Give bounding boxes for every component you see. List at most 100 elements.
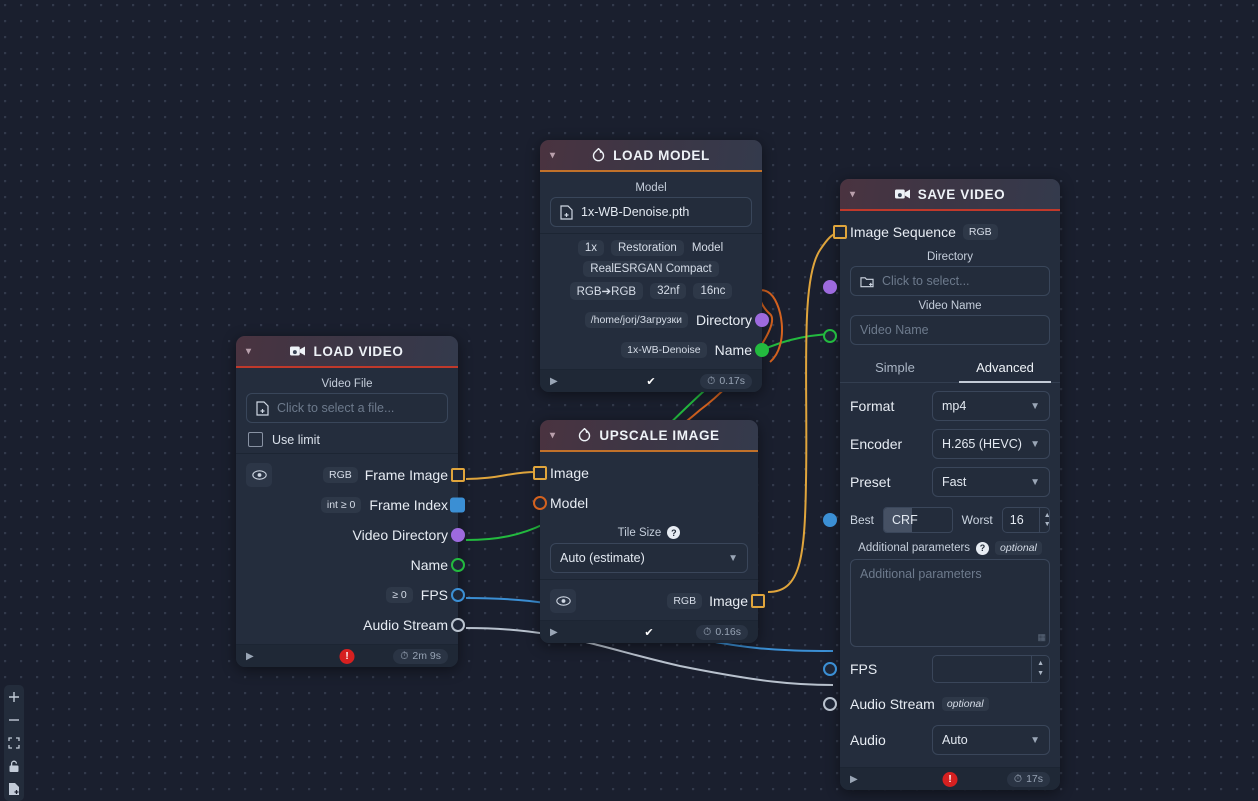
preset-label: Preset [850,474,891,490]
socket-audio-stream[interactable] [451,618,465,632]
directory-label: Directory [926,251,973,263]
node-body-upscale-image: Image Model Tile Size ? Auto (estimate) … [533,452,765,620]
node-header-upscale-image[interactable]: ▾ UPSCALE IMAGE [540,420,758,452]
name-value-tag: 1x-WB-Denoise [621,342,707,358]
divider [236,453,458,454]
error-badge[interactable]: ! [339,648,355,664]
output-row-frame-image: RGB Frame Image [246,460,465,490]
error-badge[interactable]: ! [942,771,958,787]
chevron-down-icon: ▼ [1030,400,1040,412]
stepper-down-icon[interactable]: ▼ [1040,520,1049,529]
video-file-input[interactable]: Click to select a file... [246,393,448,423]
socket-input-image[interactable] [533,466,547,480]
socket-fps-input[interactable] [823,662,837,676]
collapse-chevron-icon[interactable]: ▾ [550,140,556,170]
tab-simple[interactable]: Simple [840,353,950,382]
node-load-video[interactable]: ▾ LOAD VIDEO Video File Click to select … [236,336,465,667]
zoom-in-icon[interactable] [6,689,22,705]
node-load-model[interactable]: ▾ LOAD MODEL Model 1x-WB-Denoise.pth 1x … [540,140,769,392]
node-footer-upscale-image: ▶ ✔ ⏱ 0.16s [540,620,758,643]
node-header-save-video[interactable]: ▾ SAVE VIDEO [840,179,1060,211]
help-icon[interactable]: ? [667,526,681,539]
output-label-directory: Directory [695,312,752,328]
add-node-icon[interactable] [6,781,22,797]
socket-crf[interactable] [823,513,837,527]
directory-placeholder: Click to select... [882,274,970,288]
node-graph-canvas[interactable]: ▾ LOAD VIDEO Video File Click to select … [0,0,1258,801]
node-save-video[interactable]: ▾ SAVE VIDEO Image Sequence RGB Director… [823,179,1060,790]
socket-model-name[interactable] [755,343,769,357]
collapse-chevron-icon[interactable]: ▾ [550,420,556,450]
socket-frame-index[interactable] [450,497,465,513]
view-toolbar[interactable] [4,685,24,801]
stepper-up-icon[interactable]: ▲ [1032,659,1049,669]
socket-name[interactable] [451,558,465,572]
model-file-input[interactable]: 1x-WB-Denoise.pth [550,197,752,227]
stepper-buttons[interactable]: ▲ ▼ [1031,656,1049,682]
zoom-out-icon[interactable] [6,712,22,728]
additional-params-label: Additional parameters [858,542,971,554]
stepper-up-icon[interactable]: ▲ [1040,511,1049,520]
video-name-input[interactable]: Video Name [850,315,1050,345]
execution-time: ⏱ 17s [1006,771,1050,787]
preset-select[interactable]: Fast ▼ [932,467,1050,497]
output-label-frame-image: Frame Image [364,467,448,483]
divider [540,233,762,234]
socket-video-name-input[interactable] [823,329,837,343]
use-limit-row[interactable]: Use limit [248,432,446,447]
resize-grip-icon[interactable]: ▦ [1037,632,1045,643]
fit-view-icon[interactable] [6,735,22,751]
time-value: 0.16s [715,626,741,638]
output-label-image: Image [709,593,748,609]
socket-image-sequence[interactable] [833,225,847,239]
format-select[interactable]: mp4 ▼ [932,391,1050,421]
additional-params-textarea[interactable]: Additional parameters ▦ [850,559,1050,647]
crf-slider[interactable]: CRF [883,507,953,533]
tile-size-label: Tile Size [617,526,662,539]
audio-value: Auto [942,733,968,747]
additional-params-placeholder: Additional parameters [860,567,982,581]
node-upscale-image[interactable]: ▾ UPSCALE IMAGE Image Model Tile Size ? … [533,420,765,643]
directory-input[interactable]: Click to select... [850,266,1050,296]
model-tags-row-3: RGB➔RGB 32nf 16nc [550,282,752,300]
socket-directory[interactable] [755,313,769,327]
lock-icon[interactable] [6,758,22,774]
fps-input[interactable]: ▲ ▼ [932,655,1050,683]
use-limit-checkbox[interactable] [248,432,263,447]
node-header-load-video[interactable]: ▾ LOAD VIDEO [236,336,458,368]
audio-select[interactable]: Auto ▼ [932,725,1050,755]
execution-time: ⏱ 2m 9s [393,648,448,664]
socket-audio-stream-input[interactable] [823,697,837,711]
socket-directory-input[interactable] [823,280,837,294]
run-node-icon[interactable]: ▶ [550,376,558,387]
collapse-chevron-icon[interactable]: ▾ [246,336,252,366]
chevron-down-icon: ▼ [1030,734,1040,746]
tab-advanced[interactable]: Advanced [950,353,1060,383]
stepper-buttons[interactable]: ▲ ▼ [1038,508,1049,532]
stepper-down-icon[interactable]: ▼ [1032,669,1049,679]
time-value: 17s [1026,773,1043,785]
run-node-icon[interactable]: ▶ [550,627,558,638]
socket-input-model[interactable] [533,496,547,510]
help-icon[interactable]: ? [976,541,990,555]
run-node-icon[interactable]: ▶ [850,774,858,785]
preview-eye-icon[interactable] [246,463,272,487]
crf-stepper[interactable]: 16 ▲ ▼ [1001,507,1050,533]
collapse-chevron-icon[interactable]: ▾ [850,179,856,209]
run-node-icon[interactable]: ▶ [246,651,254,662]
video-file-placeholder: Click to select a file... [277,401,395,415]
node-header-load-model[interactable]: ▾ LOAD MODEL [540,140,762,172]
output-label-audio-stream: Audio Stream [363,617,448,633]
input-row-model: Model [533,488,748,518]
socket-output-image[interactable] [751,594,765,608]
input-label-image: Image [550,465,589,481]
tile-size-value: Auto (estimate) [560,551,645,565]
socket-fps[interactable] [451,588,465,602]
preview-eye-icon[interactable] [550,589,576,613]
tile-size-select[interactable]: Auto (estimate) ▼ [550,543,748,573]
tag-architecture: RealESRGAN Compact [583,261,719,277]
encoder-select[interactable]: H.265 (HEVC) ▼ [932,429,1050,459]
socket-frame-image[interactable] [451,468,465,482]
video-file-label: Video File [321,378,373,390]
socket-video-directory[interactable] [451,528,465,542]
